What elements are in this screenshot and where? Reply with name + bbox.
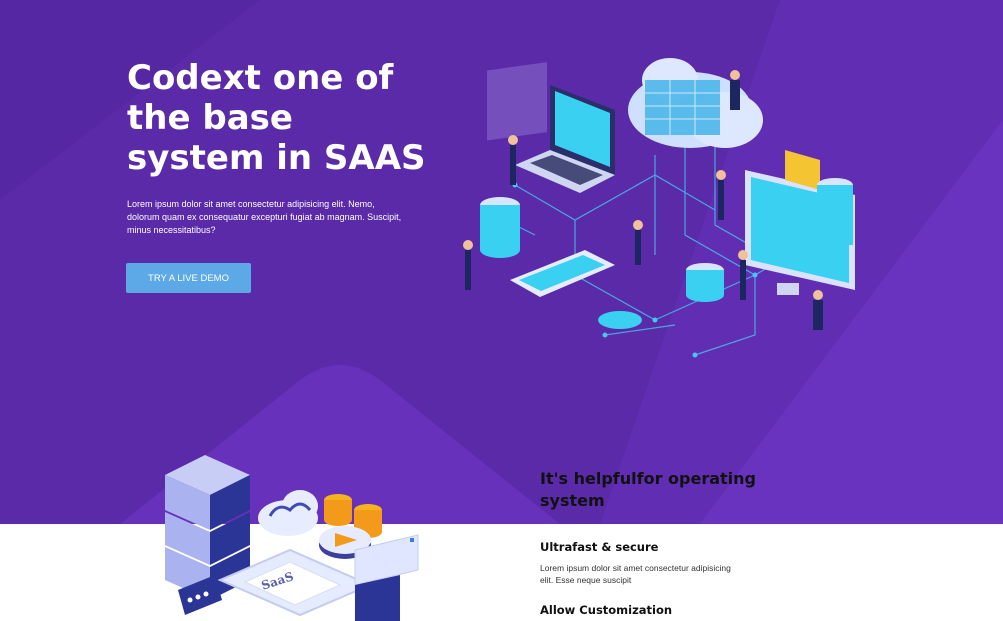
cloud-network-illustration xyxy=(463,58,855,358)
hero-description: Lorem ipsum dolor sit amet consectetur a… xyxy=(127,199,402,235)
hero-section: Codext one of the base system in SAAS Lo… xyxy=(0,0,1003,524)
feature-title-ultrafast: Ultrafast & secure xyxy=(540,540,659,554)
hero-title: Codext one of the base system in SAAS xyxy=(127,58,426,178)
saas-servers-illustration xyxy=(165,455,419,621)
features-heading: It's helpfulfor operating system xyxy=(540,469,756,510)
try-live-demo-button[interactable]: TRY A LIVE DEMO xyxy=(126,263,251,293)
feature-description-ultrafast: Lorem ipsum dolor sit amet consectetur a… xyxy=(540,563,731,585)
features-section-background xyxy=(0,524,1003,621)
feature-title-customization: Allow Customization xyxy=(540,603,673,617)
